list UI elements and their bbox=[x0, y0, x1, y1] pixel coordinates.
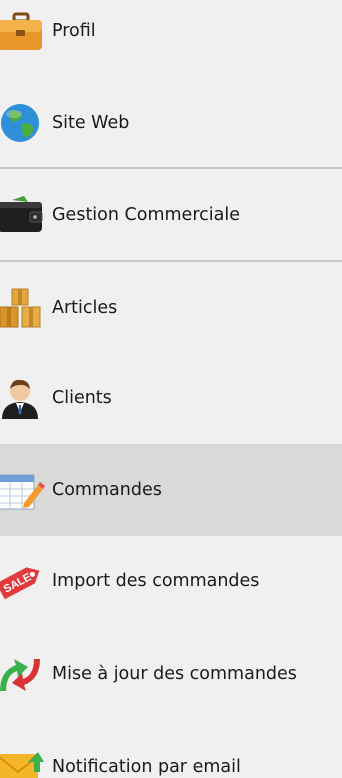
order-form-icon bbox=[0, 467, 46, 513]
globe-icon bbox=[0, 100, 46, 146]
client-person-icon bbox=[0, 375, 46, 421]
menu-item-commandes[interactable]: Commandes bbox=[0, 444, 342, 536]
menu-item-label: Import des commandes bbox=[52, 571, 260, 591]
menu-item-label: Articles bbox=[52, 298, 118, 318]
menu-item-articles[interactable]: Articles bbox=[0, 262, 342, 354]
wallet-icon bbox=[0, 192, 46, 238]
menu-item-label: Gestion Commerciale bbox=[52, 205, 240, 225]
menu-item-notification-par-email[interactable]: Notification par email bbox=[0, 721, 342, 778]
menu-item-mise-a-jour-des-commandes[interactable]: Mise à jour des commandes bbox=[0, 628, 342, 720]
briefcase-icon bbox=[0, 8, 46, 54]
menu-item-gestion-commerciale[interactable]: Gestion Commerciale bbox=[0, 169, 342, 261]
email-icon bbox=[0, 744, 46, 778]
side-menu: Profil Site Web Gestion Commerciale Arti… bbox=[0, 0, 342, 778]
menu-item-label: Profil bbox=[52, 21, 96, 41]
menu-item-label: Notification par email bbox=[52, 757, 241, 777]
menu-item-import-des-commandes[interactable]: SALE Import des commandes bbox=[0, 535, 342, 627]
boxes-icon bbox=[0, 285, 46, 331]
menu-item-clients[interactable]: Clients bbox=[0, 352, 342, 444]
menu-item-label: Mise à jour des commandes bbox=[52, 664, 297, 684]
menu-item-label: Commandes bbox=[52, 480, 162, 500]
menu-item-profil[interactable]: Profil bbox=[0, 0, 342, 77]
update-arrows-icon bbox=[0, 651, 46, 697]
sale-tag-icon: SALE bbox=[0, 558, 46, 604]
menu-item-site-web[interactable]: Site Web bbox=[0, 77, 342, 169]
menu-item-label: Clients bbox=[52, 388, 112, 408]
menu-item-label: Site Web bbox=[52, 113, 130, 133]
